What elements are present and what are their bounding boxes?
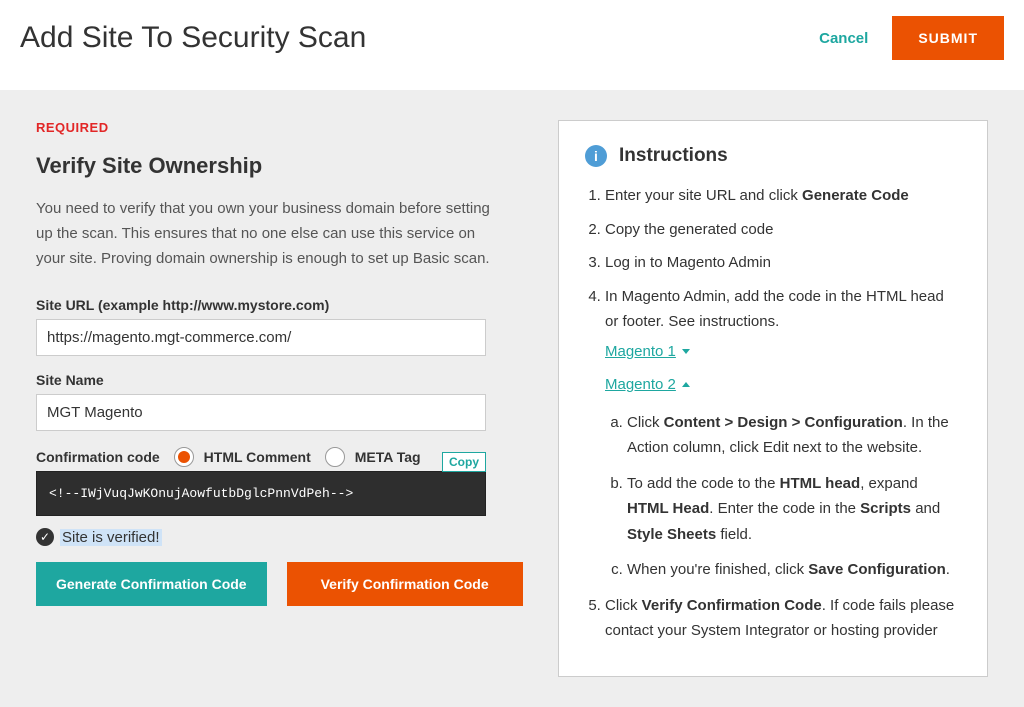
step-3: Log in to Magento Admin: [605, 250, 961, 276]
site-url-input[interactable]: [36, 319, 486, 356]
step-1: Enter your site URL and click Generate C…: [605, 183, 961, 209]
intro-text: You need to verify that you own your bus…: [36, 197, 496, 271]
instructions-header: i Instructions: [585, 145, 961, 167]
confirmation-code-label: Confirmation code: [36, 449, 160, 465]
magento-1-toggle[interactable]: Magento 1: [605, 339, 690, 365]
copy-button[interactable]: Copy: [442, 452, 486, 472]
instructions-title: Instructions: [619, 145, 728, 167]
radio-meta-tag-label: META Tag: [355, 449, 421, 465]
substep-b: To add the code to the HTML head, expand…: [627, 471, 961, 548]
site-name-label: Site Name: [36, 372, 524, 388]
action-buttons: Generate Confirmation Code Verify Confir…: [36, 562, 524, 606]
check-icon: ✓: [36, 528, 54, 546]
step-2: Copy the generated code: [605, 217, 961, 243]
site-url-label: Site URL (example http://www.mystore.com…: [36, 297, 524, 313]
required-label: REQUIRED: [36, 120, 524, 135]
chevron-down-icon: [682, 349, 690, 354]
site-name-input[interactable]: [36, 394, 486, 431]
substep-c: When you're finished, click Save Configu…: [627, 557, 961, 583]
instructions-panel: i Instructions Enter your site URL and c…: [558, 120, 988, 677]
page-header: Add Site To Security Scan Cancel SUBMIT: [0, 0, 1024, 90]
page-title: Add Site To Security Scan: [20, 21, 366, 55]
verify-code-button[interactable]: Verify Confirmation Code: [287, 562, 523, 606]
code-wrapper: Copy <!--IWjVuqJwKOnujAowfutbDglcPnnVdPe…: [36, 471, 486, 516]
chevron-up-icon: [682, 382, 690, 387]
step-5: Click Verify Confirmation Code. If code …: [605, 593, 961, 644]
content-area: REQUIRED Verify Site Ownership You need …: [0, 90, 1024, 707]
radio-html-comment-label: HTML Comment: [204, 449, 311, 465]
info-icon: i: [585, 145, 607, 167]
step-4: In Magento Admin, add the code in the HT…: [605, 284, 961, 583]
generate-code-button[interactable]: Generate Confirmation Code: [36, 562, 267, 606]
magento-2-toggle[interactable]: Magento 2: [605, 372, 690, 398]
magento-2-substeps: Click Content > Design > Configuration. …: [605, 410, 961, 583]
radio-meta-tag[interactable]: [325, 447, 345, 467]
verify-ownership-section: REQUIRED Verify Site Ownership You need …: [36, 120, 524, 606]
radio-html-comment[interactable]: [174, 447, 194, 467]
substep-a: Click Content > Design > Configuration. …: [627, 410, 961, 461]
cancel-link[interactable]: Cancel: [819, 30, 868, 47]
submit-button[interactable]: SUBMIT: [892, 16, 1004, 60]
verified-text: Site is verified!: [60, 529, 162, 546]
verified-row: ✓ Site is verified!: [36, 528, 524, 546]
code-box[interactable]: <!--IWjVuqJwKOnujAowfutbDglcPnnVdPeh-->: [36, 471, 486, 516]
section-title: Verify Site Ownership: [36, 153, 524, 179]
header-actions: Cancel SUBMIT: [819, 16, 1004, 60]
instructions-list: Enter your site URL and click Generate C…: [585, 183, 961, 644]
